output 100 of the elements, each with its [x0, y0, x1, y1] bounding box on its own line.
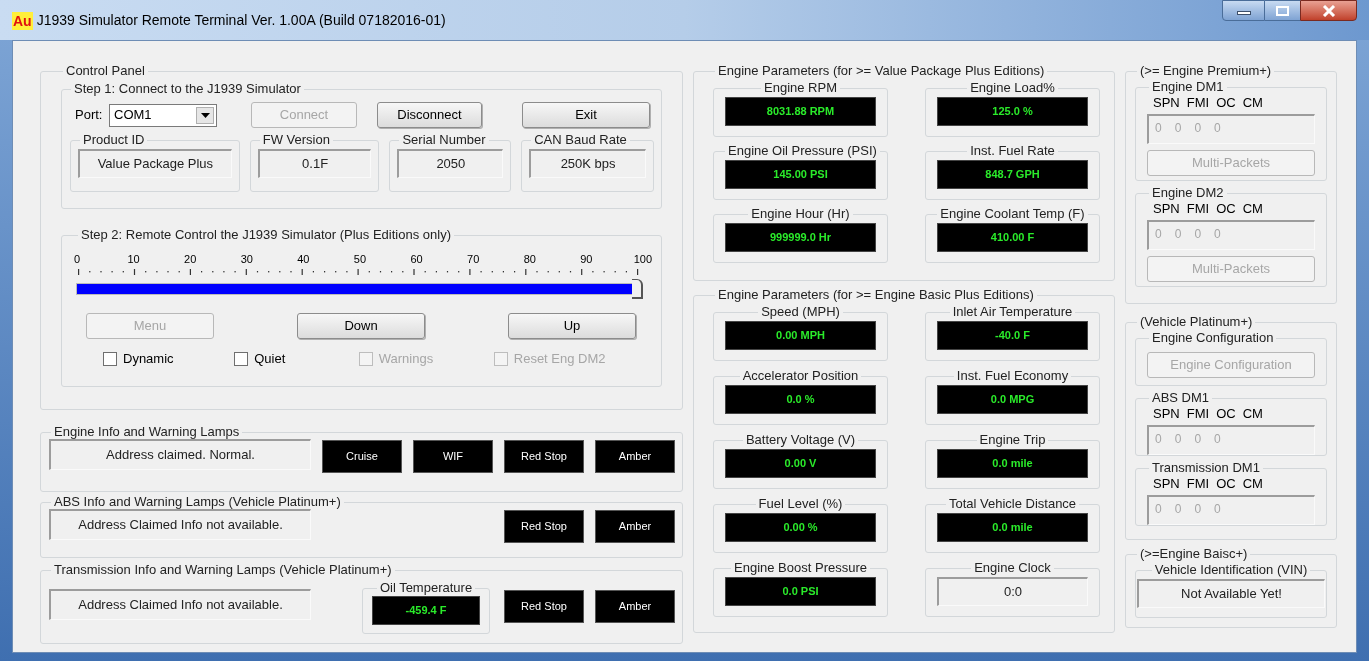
- group-title: Engine Boost Pressure: [733, 560, 868, 576]
- column-header: SPN: [1153, 406, 1180, 422]
- column-header: CM: [1242, 201, 1263, 217]
- gauge-display: 0.0 %: [725, 385, 876, 414]
- group-title: Inst. Fuel Rate: [969, 143, 1056, 159]
- group-title: Engine Configuration: [1151, 330, 1275, 346]
- dtc-value: 0: [1155, 501, 1162, 518]
- scale-label: 30: [239, 253, 254, 266]
- scale-label: 70: [466, 253, 481, 266]
- column-header: OC: [1216, 476, 1236, 492]
- group-title: Product ID: [82, 132, 146, 148]
- group-title: Step 2: Remote Control the J1939 Simulator (Plus Editions only): [80, 227, 452, 243]
- status-field: Address Claimed Info not available.: [49, 588, 311, 620]
- gauge-display: 410.00 F: [937, 223, 1088, 252]
- scale-label: 60: [409, 253, 424, 266]
- exit-button[interactable]: Exit: [522, 102, 650, 128]
- group-title: FW Version: [261, 132, 331, 148]
- column-header: CM: [1242, 476, 1263, 492]
- group-title: Engine Hour (Hr): [750, 206, 851, 222]
- group-title: ABS DM1: [1151, 390, 1211, 406]
- group-title: Engine Coolant Temp (F): [939, 206, 1086, 222]
- group-title: Control Panel: [65, 63, 146, 79]
- group-title: Total Vehicle Distance: [947, 496, 1078, 512]
- minimize-button[interactable]: [1222, 0, 1265, 21]
- checkbox-label: Warnings: [378, 350, 434, 368]
- down-button[interactable]: Down: [297, 313, 425, 339]
- column-header: SPN: [1153, 95, 1180, 111]
- column-header: FMI: [1186, 476, 1210, 492]
- close-button[interactable]: [1300, 0, 1357, 21]
- warning-lamp: Cruise: [322, 440, 402, 473]
- group-title: Transmission DM1: [1151, 460, 1261, 476]
- dtc-value: 0: [1214, 226, 1221, 243]
- warning-lamp: Red Stop: [504, 589, 584, 623]
- gauge-display: -40.0 F: [937, 321, 1088, 350]
- group-title: Engine Info and Warning Lamps: [53, 424, 241, 440]
- checkbox[interactable]: [103, 351, 117, 366]
- group-title: Engine Load%: [969, 80, 1056, 96]
- group-title: Engine Oil Pressure (PSI): [727, 143, 878, 159]
- status-field: Address claimed. Normal.: [49, 439, 311, 470]
- info-field: 0.1F: [257, 149, 372, 178]
- status-field: Address Claimed Info not available.: [49, 509, 311, 540]
- info-field: 250K bps: [529, 149, 646, 178]
- maximize-icon: [1276, 5, 1289, 16]
- column-header: FMI: [1186, 201, 1210, 217]
- dtc-value: 0: [1174, 120, 1182, 137]
- gauge-display: 125.0 %: [937, 97, 1088, 126]
- scale-label: 40: [296, 253, 311, 266]
- column-header: OC: [1216, 406, 1236, 422]
- group-title: Inlet Air Temperature: [951, 304, 1074, 320]
- gauge-display: 0.0 mile: [937, 513, 1088, 542]
- column-header: FMI: [1186, 95, 1210, 111]
- gauge-display: 0.00 V: [725, 449, 876, 478]
- app-icon: Au: [12, 11, 33, 30]
- dtc-value: 0: [1194, 431, 1202, 448]
- group-title: Vehicle Identification (VIN): [1153, 562, 1309, 578]
- dtc-value: 0: [1174, 501, 1182, 518]
- group-title: Transmission Info and Warning Lamps (Vehicle Platinum+): [53, 562, 393, 578]
- close-icon: [1321, 4, 1336, 17]
- dtc-value: 0: [1155, 120, 1162, 137]
- info-field: 2050: [397, 149, 504, 178]
- dtc-value: 0: [1155, 431, 1162, 448]
- scale-label: 90: [579, 253, 594, 266]
- group-title: CAN Baud Rate: [533, 132, 628, 148]
- warning-lamp: WIF: [413, 440, 493, 473]
- group-title: (>= Engine Premium+): [1139, 63, 1273, 79]
- scale-label: 0: [72, 253, 82, 266]
- group-title: Battery Voltage (V): [744, 432, 857, 448]
- group-title: Accelerator Position: [741, 368, 860, 384]
- gauge-display: 0.0 PSI: [725, 577, 876, 606]
- port-value: COM1: [114, 106, 152, 125]
- dtc-value: 0: [1194, 120, 1202, 137]
- warning-lamp: Amber: [595, 510, 675, 543]
- scale-label: 100: [632, 253, 654, 266]
- gauge-display: -459.4 F: [372, 596, 480, 625]
- dtc-value: 0: [1214, 501, 1221, 518]
- scale-label: 20: [183, 253, 198, 266]
- info-field: Value Package Plus: [78, 149, 232, 178]
- maximize-button[interactable]: [1265, 0, 1300, 21]
- window-title: J1939 Simulator Remote Terminal Ver. 1.00A (Build 07182016-01): [36, 11, 446, 30]
- column-header: SPN: [1153, 476, 1180, 492]
- port-dropdown[interactable]: COM1: [109, 103, 217, 127]
- dtc-value: 0: [1214, 120, 1221, 137]
- column-header: FMI: [1186, 406, 1210, 422]
- dtc-value: 0: [1194, 501, 1202, 518]
- group-title: Inst. Fuel Economy: [955, 368, 1070, 384]
- gauge-display: 0.0 MPG: [937, 385, 1088, 414]
- checkbox[interactable]: [234, 351, 249, 366]
- group-title: Step 1: Connect to the J1939 Simulator: [73, 81, 302, 97]
- group-title: Oil Temperature: [378, 580, 474, 596]
- dtc-value: 0: [1155, 226, 1162, 243]
- group-title: (Vehicle Platinum+): [1139, 314, 1254, 330]
- up-button[interactable]: Up: [508, 313, 636, 339]
- checkbox-label: Reset Eng DM2: [513, 350, 606, 368]
- disconnect-button[interactable]: Disconnect: [377, 102, 482, 128]
- clock-field: 0:0: [937, 577, 1088, 606]
- dtc-value: 0: [1174, 226, 1182, 243]
- gauge-display: 0.0 mile: [937, 449, 1088, 478]
- column-header: CM: [1242, 406, 1263, 422]
- slider-thumb[interactable]: [632, 279, 643, 299]
- warning-lamp: Amber: [595, 589, 675, 623]
